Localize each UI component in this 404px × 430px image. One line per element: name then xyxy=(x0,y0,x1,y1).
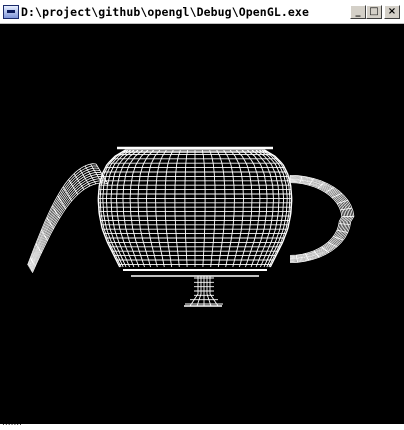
close-button[interactable]: × xyxy=(384,5,400,19)
maximize-button[interactable]: □ xyxy=(366,5,382,19)
title-bar[interactable]: D:\project\github\opengl\Debug\OpenGL.ex… xyxy=(0,0,404,24)
taskbar-text: ....... xyxy=(2,424,22,428)
minimize-button[interactable]: _ xyxy=(350,5,366,19)
opengl-window: D:\project\github\opengl\Debug\OpenGL.ex… xyxy=(0,0,404,424)
taskbar-strip: ....... xyxy=(0,424,404,430)
spout-wire xyxy=(30,178,106,272)
opengl-viewport[interactable] xyxy=(0,24,404,424)
console-app-icon[interactable] xyxy=(3,5,19,19)
window-title: D:\project\github\opengl\Debug\OpenGL.ex… xyxy=(21,5,309,19)
spout-wire xyxy=(30,176,104,271)
spout-ring xyxy=(73,173,85,190)
wireframe-teapot xyxy=(27,146,355,307)
